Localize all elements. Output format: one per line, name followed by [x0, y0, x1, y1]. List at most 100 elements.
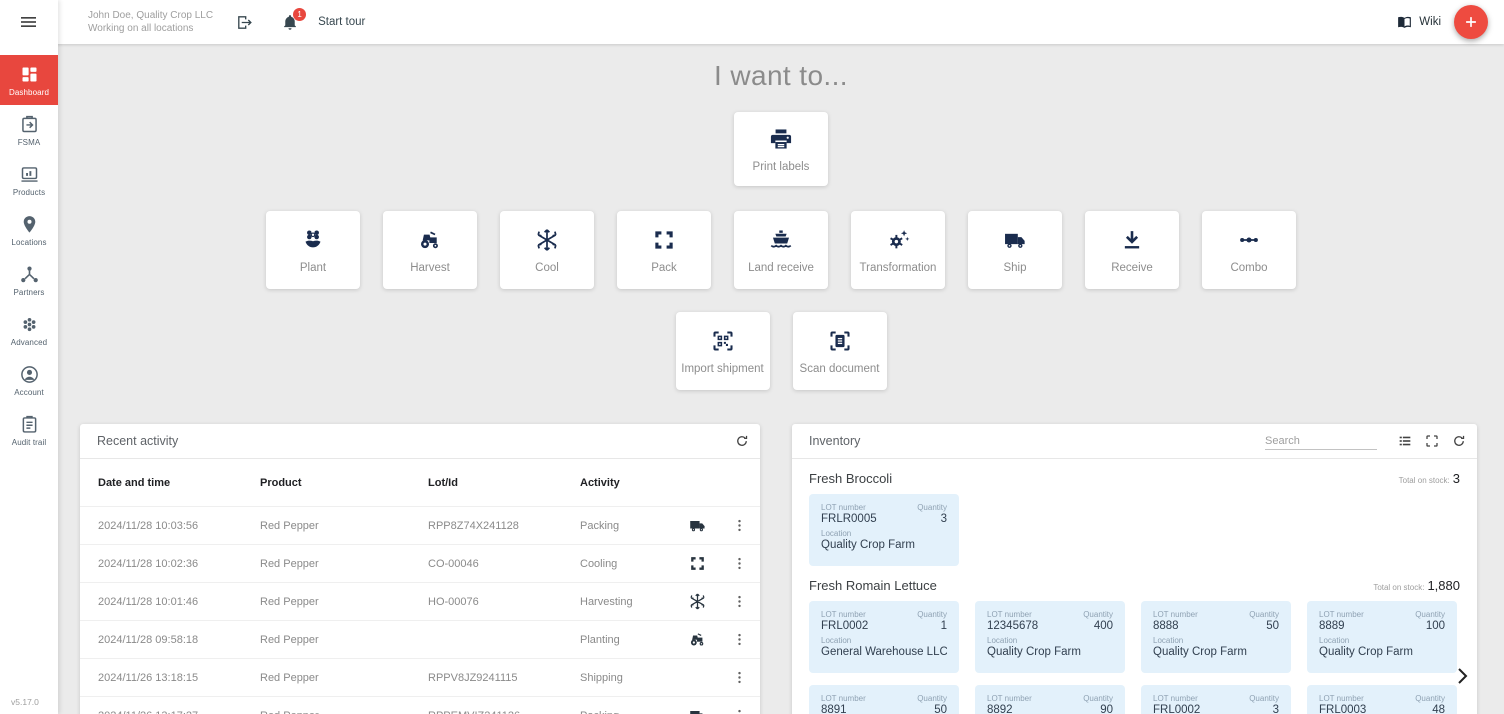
kebab-menu-icon[interactable] — [731, 631, 748, 648]
activity-row[interactable]: 2024/11/28 10:01:46 Red Pepper HO-00076 … — [80, 582, 760, 620]
activity-datetime: 2024/11/28 10:03:56 — [98, 520, 260, 532]
action-card-scan-document[interactable]: Scan document — [793, 312, 887, 390]
activity-row[interactable]: 2024/11/28 09:58:18 Red Pepper Planting — [80, 620, 760, 658]
quantity-label: Quantity — [1415, 694, 1445, 703]
recent-activity-panel: Recent activity Date and time Product Lo… — [80, 424, 760, 714]
refresh-icon[interactable] — [1451, 433, 1467, 449]
quantity-label: Quantity — [1083, 694, 1113, 703]
action-card-transformation[interactable]: Transformation — [851, 211, 945, 289]
search-input[interactable] — [1265, 433, 1377, 450]
ship-icon — [1002, 227, 1028, 253]
location-label: Location — [821, 636, 947, 645]
app-version: v5.17.0 — [11, 697, 39, 707]
sidebar-item-partners[interactable]: Partners — [0, 255, 58, 305]
lot-card[interactable]: LOT number 8891 Quantity 50 — [809, 685, 959, 714]
sidebar-item-account[interactable]: Account — [0, 355, 58, 405]
notifications-button[interactable]: 1 — [281, 13, 299, 32]
kebab-menu-icon[interactable] — [731, 555, 748, 572]
expand-icon[interactable] — [1424, 433, 1440, 449]
lot-card[interactable]: LOT number 8892 Quantity 90 — [975, 685, 1125, 714]
kebab-menu-icon[interactable] — [731, 669, 748, 686]
user-location-scope: Working on all locations — [88, 22, 213, 35]
menu-icon[interactable] — [18, 12, 39, 32]
inventory-panel: Inventory Fre — [792, 424, 1477, 714]
sidebar-item-label: Locations — [11, 238, 46, 247]
activity-type: Packing — [580, 710, 676, 714]
sidebar-item-products[interactable]: Products — [0, 155, 58, 205]
sidebar-item-dashboard[interactable]: Dashboard — [0, 55, 58, 105]
activity-product: Red Pepper — [260, 596, 428, 608]
action-card-harvest[interactable]: Harvest — [383, 211, 477, 289]
action-card-label: Ship — [1003, 262, 1026, 274]
action-card-land-receive[interactable]: Land receive — [734, 211, 828, 289]
audit-trail-icon — [19, 414, 40, 435]
recent-activity-title: Recent activity — [97, 434, 178, 448]
wiki-label: Wiki — [1419, 16, 1441, 28]
lot-number-value: FRLR0005 — [821, 513, 877, 525]
action-card-combo[interactable]: Combo — [1202, 211, 1296, 289]
sidebar-item-label: FSMA — [18, 138, 41, 147]
list-view-icon[interactable] — [1397, 433, 1413, 449]
activity-type: Packing — [580, 520, 676, 532]
lot-card[interactable]: LOT number 8889 Quantity 100 — [1307, 601, 1457, 673]
action-card-label: Scan document — [800, 363, 880, 375]
action-card-label: Transformation — [860, 262, 937, 274]
kebab-menu-icon[interactable] — [731, 517, 748, 534]
activity-datetime: 2024/11/28 10:02:36 — [98, 558, 260, 570]
lot-card[interactable]: LOT number FRL0002 Quantity 1 — [809, 601, 959, 673]
action-card-label: Import shipment — [681, 363, 763, 375]
action-card-cool[interactable]: Cool — [500, 211, 594, 289]
transformation-icon — [885, 227, 911, 253]
lot-card[interactable]: LOT number FRLR0005 Quantity 3 — [809, 494, 959, 566]
start-tour-link[interactable]: Start tour — [318, 16, 365, 28]
wiki-link[interactable]: Wiki — [1396, 14, 1441, 31]
sidebar-item-advanced[interactable]: Advanced — [0, 305, 58, 355]
combo-icon — [1236, 227, 1262, 253]
action-card-import-shipment[interactable]: Import shipment — [676, 312, 770, 390]
inventory-title: Inventory — [809, 434, 860, 448]
lot-card[interactable]: LOT number FRL0003 Quantity 48 — [1307, 685, 1457, 714]
kebab-menu-icon[interactable] — [731, 707, 748, 714]
pack-icon — [651, 227, 677, 253]
quantity-label: Quantity — [1249, 694, 1279, 703]
sidebar-item-locations[interactable]: Locations — [0, 205, 58, 255]
lot-card[interactable]: LOT number 12345678 Quantity 400 — [975, 601, 1125, 673]
lot-card[interactable]: LOT number 8888 Quantity 50 — [1141, 601, 1291, 673]
chevron-right-icon[interactable] — [1450, 664, 1474, 688]
activity-row[interactable]: 2024/11/26 13:17:27 Red Pepper RPPEMVIZ2… — [80, 696, 760, 714]
notification-badge: 1 — [293, 8, 306, 21]
quantity-value: 400 — [1083, 620, 1113, 632]
quantity-label: Quantity — [917, 503, 947, 512]
activity-lot: CO-00046 — [428, 558, 580, 570]
activity-row[interactable]: 2024/11/28 10:03:56 Red Pepper RPP8Z74X2… — [80, 506, 760, 544]
action-card-receive[interactable]: Receive — [1085, 211, 1179, 289]
action-card-print-labels[interactable]: Print labels — [734, 112, 828, 186]
lot-number-label: LOT number — [821, 503, 877, 512]
snowflake-icon — [688, 592, 707, 611]
activity-type: Shipping — [580, 672, 676, 684]
activity-row[interactable]: 2024/11/26 13:18:15 Red Pepper RPPV8JZ92… — [80, 658, 760, 696]
land-receive-icon — [768, 227, 794, 253]
quantity-value: 100 — [1415, 620, 1445, 632]
action-card-plant[interactable]: Plant — [266, 211, 360, 289]
quantity-value: 3 — [917, 513, 947, 525]
action-card-pack[interactable]: Pack — [617, 211, 711, 289]
column-header: Date and time — [98, 477, 260, 489]
sidebar-item-audit-trail[interactable]: Audit trail — [0, 405, 58, 455]
action-card-ship[interactable]: Ship — [968, 211, 1062, 289]
add-button[interactable] — [1454, 5, 1488, 39]
product-group-title: Fresh Broccoli — [809, 471, 892, 486]
lot-card[interactable]: LOT number FRL0002 Quantity 3 — [1141, 685, 1291, 714]
activity-product: Red Pepper — [260, 558, 428, 570]
lot-number-label: LOT number — [987, 610, 1038, 619]
refresh-icon[interactable] — [734, 433, 750, 449]
partners-icon — [19, 264, 40, 285]
exit-icon[interactable] — [235, 13, 254, 32]
sidebar-item-fsma[interactable]: FSMA — [0, 105, 58, 155]
activity-lot: RPPEMVIZ241126 — [428, 710, 580, 714]
activity-product: Red Pepper — [260, 672, 428, 684]
action-card-label: Pack — [651, 262, 677, 274]
kebab-menu-icon[interactable] — [731, 593, 748, 610]
activity-datetime: 2024/11/28 10:01:46 — [98, 596, 260, 608]
activity-row[interactable]: 2024/11/28 10:02:36 Red Pepper CO-00046 … — [80, 544, 760, 582]
